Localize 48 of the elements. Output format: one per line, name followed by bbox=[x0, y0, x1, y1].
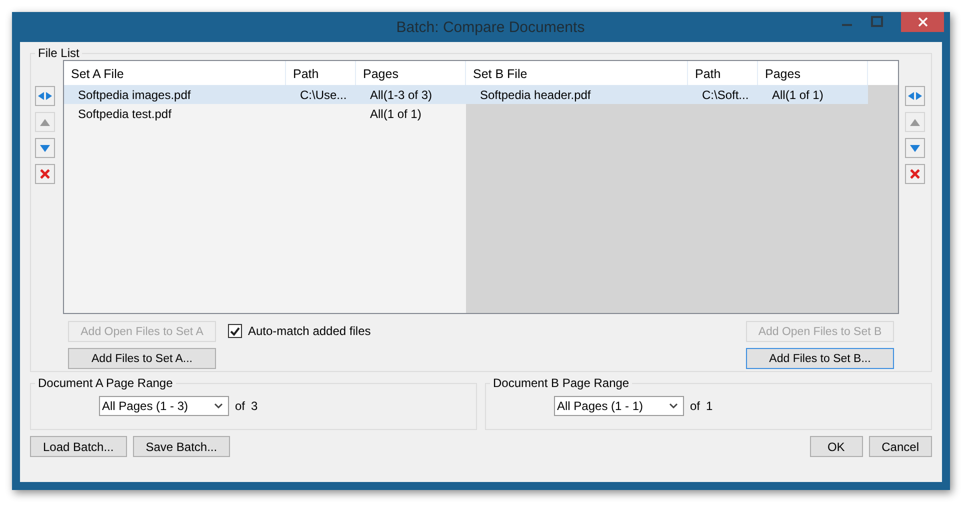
window-title: Batch: Compare Documents bbox=[395, 18, 586, 36]
swap-button[interactable] bbox=[35, 86, 55, 106]
of-label: of bbox=[235, 399, 246, 413]
file-row[interactable]: Softpedia test.pdf All(1 of 1) bbox=[64, 104, 466, 123]
add-files-button[interactable]: Add Files to Set B... bbox=[746, 348, 894, 369]
page-count: 1 bbox=[706, 399, 713, 413]
delete-icon bbox=[910, 169, 920, 179]
page-range-dropdown[interactable]: All Pages (1 - 3) bbox=[99, 396, 229, 416]
table-cell: All(1 of 1) bbox=[370, 106, 422, 120]
checkbox-label: Auto-match added files bbox=[248, 324, 371, 338]
delete-button[interactable] bbox=[35, 164, 55, 184]
delete-icon bbox=[40, 169, 50, 179]
up-arrow-icon bbox=[40, 118, 50, 126]
group-title: Document A Page Range bbox=[37, 376, 174, 390]
table-cell: Softpedia images.pdf bbox=[78, 88, 191, 102]
page-range-dropdown[interactable]: All Pages (1 - 1) bbox=[554, 396, 684, 416]
maximize-button[interactable] bbox=[871, 16, 883, 28]
move-down-button[interactable] bbox=[35, 138, 55, 158]
batch-button[interactable]: Save Batch... bbox=[132, 436, 230, 457]
left-right-arrows-icon bbox=[38, 92, 52, 100]
chevron-down-icon bbox=[214, 403, 223, 409]
up-arrow-icon bbox=[910, 118, 920, 126]
page-count: 3 bbox=[251, 399, 258, 413]
group-title: File List bbox=[37, 46, 80, 60]
dialog-button[interactable]: Cancel bbox=[868, 436, 932, 457]
dialog-button[interactable]: OK bbox=[810, 436, 863, 457]
table-cell: All(1 of 1) bbox=[772, 88, 824, 102]
down-arrow-icon bbox=[910, 144, 920, 152]
delete-button[interactable] bbox=[905, 164, 925, 184]
chevron-down-icon bbox=[669, 403, 678, 409]
left-right-arrows-icon bbox=[908, 92, 922, 100]
group-title: Document B Page Range bbox=[492, 376, 630, 390]
table-cell: C:\Soft... bbox=[702, 88, 749, 102]
checkbox[interactable] bbox=[228, 324, 242, 338]
close-button[interactable] bbox=[901, 12, 944, 32]
of-label: of bbox=[690, 399, 700, 413]
batch-button[interactable]: Load Batch... bbox=[30, 436, 127, 457]
file-row[interactable]: Softpedia images.pdf C:\Use... All(1-3 of 3) bbox=[64, 85, 466, 104]
table-cell: Softpedia header.pdf bbox=[480, 88, 591, 102]
table-cell: All(1-3 of 3) bbox=[370, 88, 432, 102]
file-row[interactable]: Softpedia header.pdf C:\Soft... All(1 of 1) bbox=[466, 85, 868, 104]
table-cell: Softpedia test.pdf bbox=[78, 106, 172, 120]
add-files-button[interactable]: Add Files to Set A... bbox=[68, 348, 216, 369]
move-down-button[interactable] bbox=[905, 138, 925, 158]
swap-button[interactable] bbox=[905, 86, 925, 106]
close-icon bbox=[918, 17, 928, 27]
down-arrow-icon bbox=[40, 144, 50, 152]
table-cell: C:\Use... bbox=[300, 88, 347, 102]
